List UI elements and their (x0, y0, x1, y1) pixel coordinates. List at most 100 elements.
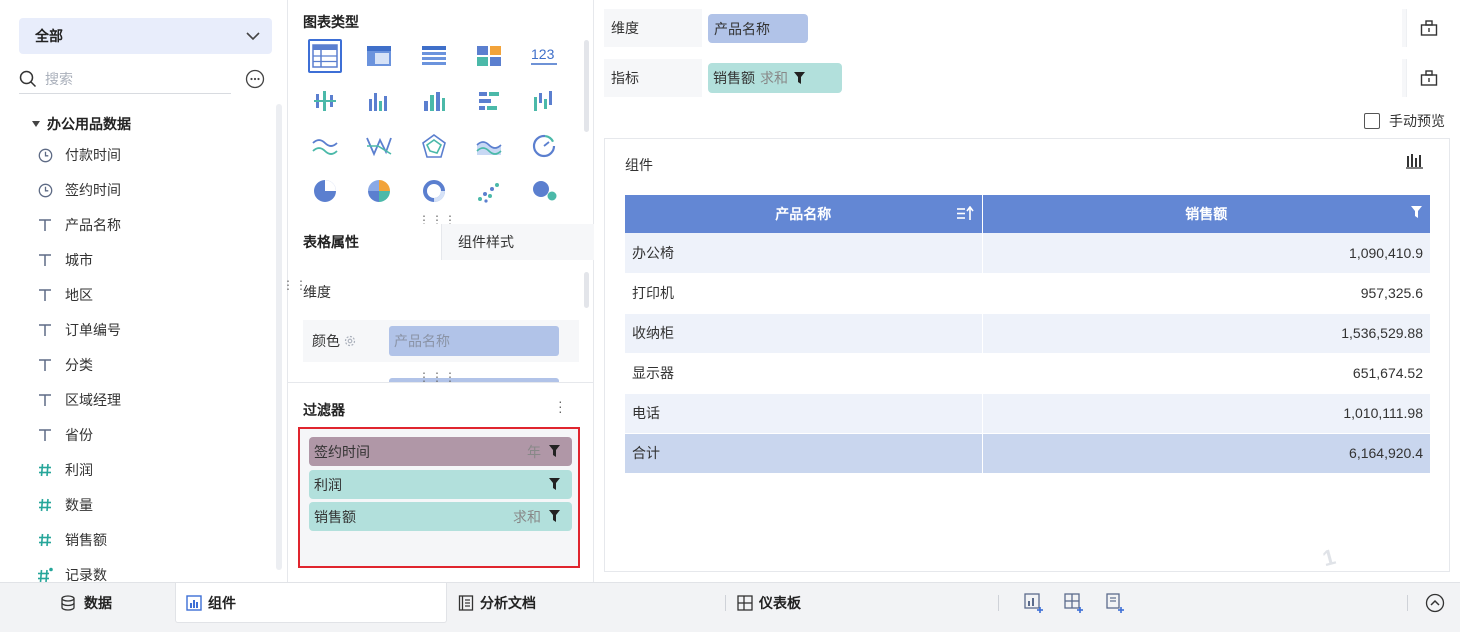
filter-item[interactable]: 签约时间 年 (309, 437, 572, 466)
field-item[interactable]: 签约时间 (37, 179, 121, 201)
add-dashboard-icon[interactable] (1064, 593, 1084, 613)
dimension-pill[interactable]: 产品名称 (708, 14, 808, 43)
manual-preview-toggle[interactable]: 手动预览 (1364, 111, 1445, 131)
field-item[interactable]: 订单编号 (37, 319, 121, 341)
measure-drop-zone[interactable]: 销售额 求和 (702, 59, 1402, 97)
table-header-row: 产品名称 销售额 (625, 195, 1430, 233)
table-row[interactable]: 收纳柜 1,536,529.88 (625, 313, 1430, 354)
field-item[interactable]: 销售额 (37, 529, 107, 551)
scope-select[interactable]: 全部 (19, 18, 272, 54)
cell-sales: 651,674.52 (981, 353, 1430, 394)
multi-pie-icon[interactable] (362, 174, 396, 208)
radar-line-icon[interactable] (362, 129, 396, 163)
field-name: 销售额 (65, 532, 107, 548)
gauge-chart-icon[interactable] (527, 129, 561, 163)
more-options-icon[interactable] (245, 69, 265, 89)
dataset-tree-node[interactable]: 办公用品数据 (32, 114, 131, 134)
cell-sales: 957,325.6 (981, 273, 1430, 314)
svg-text:123: 123 (531, 46, 555, 62)
collapse-up-icon[interactable] (1425, 593, 1445, 613)
bubble-chart-icon[interactable] (527, 174, 561, 208)
radar-chart-icon[interactable] (417, 129, 451, 163)
measure-pill-name: 销售额 (713, 70, 755, 86)
filter-item[interactable]: 利润 (309, 470, 572, 499)
property-scrollbar[interactable] (584, 272, 589, 308)
donut-chart-icon[interactable] (417, 174, 451, 208)
field-item[interactable]: 城市 (37, 249, 93, 271)
filter-item[interactable]: 销售额 求和 (309, 502, 572, 531)
add-widget-icon[interactable] (1024, 593, 1044, 613)
stacked-column-icon[interactable] (417, 84, 451, 118)
table-row[interactable]: 办公椅 1,090,410.9 (625, 233, 1430, 274)
filter-aggregation: 年 (527, 443, 541, 460)
number-123-icon[interactable]: 123 (527, 39, 561, 73)
funnel-icon[interactable] (549, 445, 560, 458)
field-item[interactable]: 省份 (37, 424, 93, 446)
column-header-product[interactable]: 产品名称 (625, 195, 983, 233)
column-header-label: 销售额 (1185, 206, 1228, 222)
detail-table-icon[interactable] (362, 39, 396, 73)
field-item[interactable]: 数量 (37, 494, 93, 516)
field-item[interactable]: 产品名称 (37, 214, 121, 236)
column-header-sales[interactable]: 销售额 (982, 195, 1430, 233)
table-row[interactable]: 打印机 957,325.6 (625, 273, 1430, 314)
filter-section: ⋮⋮⋮ 过滤器 · · · 签约时间 年 利润 销售额 求和 (288, 371, 594, 582)
tab-analysis-doc[interactable]: 分析文档 (458, 583, 536, 623)
left-scrollbar[interactable] (276, 104, 282, 570)
funnel-icon[interactable] (549, 510, 560, 523)
kpi-card-icon[interactable] (472, 39, 506, 73)
filter-list: 签约时间 年 利润 销售额 求和 (298, 427, 580, 568)
grouped-bar-icon[interactable] (308, 84, 342, 118)
line-chart-icon[interactable] (308, 129, 342, 163)
clock-icon (37, 147, 53, 163)
pie-chart-icon[interactable] (308, 174, 342, 208)
filter-more-icon[interactable]: · · · (558, 394, 563, 418)
funnel-icon[interactable] (549, 478, 560, 491)
chart-types-scrollbar[interactable] (584, 40, 589, 132)
field-name: 地区 (65, 287, 93, 303)
tab-widget[interactable]: 组件 (175, 583, 447, 623)
add-document-icon[interactable] (1105, 593, 1125, 613)
resize-handle-icon[interactable]: ⋮⋮⋮ (418, 214, 457, 226)
text-t-icon (37, 392, 53, 408)
shelf-settings-icon[interactable] (1406, 59, 1450, 97)
tab-dashboard[interactable]: 仪表板 (737, 583, 801, 623)
filter-field-name: 签约时间 (314, 443, 370, 460)
table-row[interactable]: 显示器 651,674.52 (625, 353, 1430, 394)
dimension-drop-zone[interactable]: 产品名称 (702, 9, 1402, 47)
tab-component-style[interactable]: 组件样式 (441, 224, 594, 260)
shelf-settings-icon[interactable] (1406, 9, 1450, 47)
field-name: 分类 (65, 357, 93, 373)
manual-preview-checkbox[interactable] (1364, 113, 1380, 129)
field-name: 产品名称 (65, 217, 121, 233)
waterfall-chart-icon[interactable] (527, 84, 561, 118)
cross-table-icon[interactable] (417, 39, 451, 73)
field-item[interactable]: 付款时间 (37, 144, 121, 166)
tab-data[interactable]: 数据 (60, 583, 112, 623)
field-item[interactable]: 地区 (37, 284, 93, 306)
area-chart-icon[interactable] (472, 129, 506, 163)
cell-sales: 1,536,529.88 (981, 313, 1430, 354)
column-chart-icon[interactable] (362, 84, 396, 118)
settings-gear-icon[interactable] (344, 335, 356, 347)
database-icon (60, 595, 76, 611)
column-header-label: 产品名称 (775, 206, 832, 222)
search-input[interactable]: 搜索 (19, 64, 231, 94)
bar-chart-icon[interactable] (472, 84, 506, 118)
measure-pill[interactable]: 销售额 求和 (708, 63, 842, 93)
filter-resize-handle-icon[interactable]: ⋮⋮⋮ (418, 371, 457, 383)
chart-switch-icon[interactable] (1406, 153, 1424, 169)
funnel-icon[interactable] (794, 71, 805, 85)
field-item[interactable]: 区域经理 (37, 389, 121, 411)
field-item[interactable]: 利润 (37, 459, 93, 481)
color-field-chip[interactable]: 产品名称 (389, 326, 559, 356)
tab-table-properties[interactable]: 表格属性 (288, 224, 441, 260)
field-name: 利润 (65, 462, 93, 478)
table-row[interactable]: 电话 1,010,111.98 (625, 393, 1430, 434)
funnel-icon[interactable] (1411, 206, 1422, 219)
property-tabs: 表格属性 组件样式 (288, 224, 594, 260)
field-item[interactable]: 分类 (37, 354, 93, 376)
table-chart-icon[interactable] (308, 39, 342, 73)
sort-icon[interactable] (956, 206, 974, 221)
scatter-chart-icon[interactable] (472, 174, 506, 208)
